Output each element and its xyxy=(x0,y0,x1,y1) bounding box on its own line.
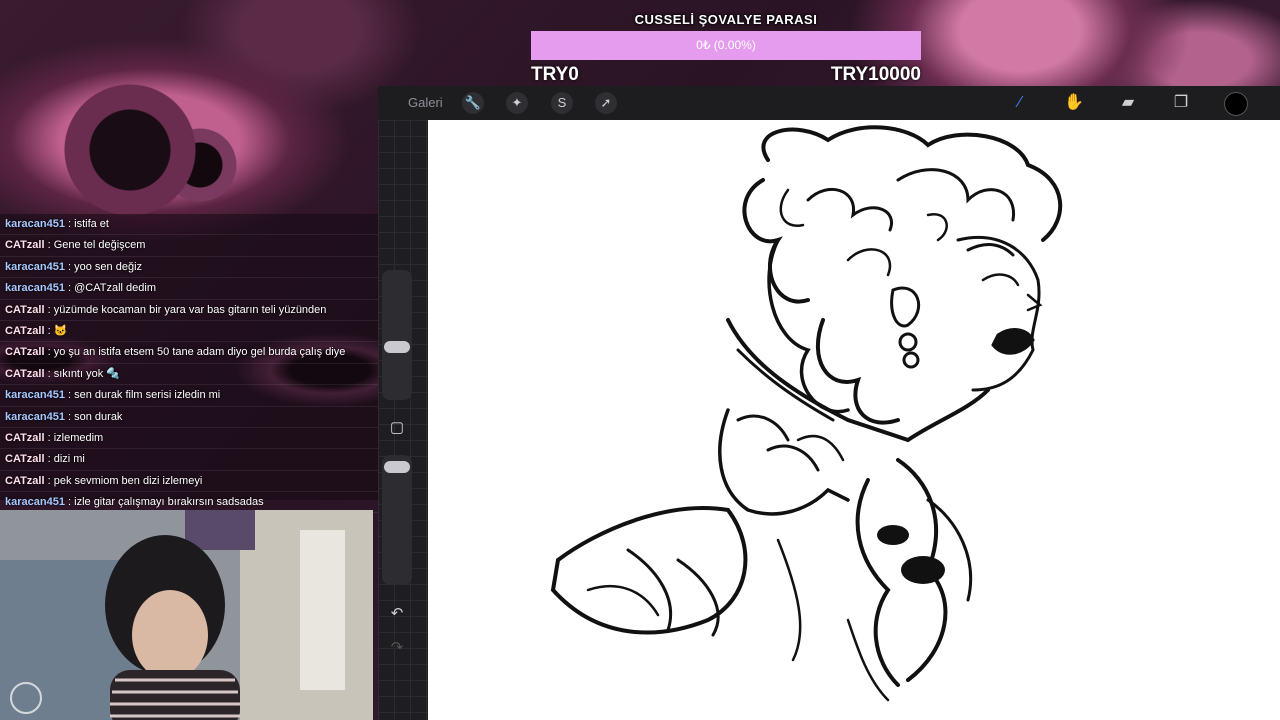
modify-square-icon[interactable]: ▢ xyxy=(389,420,405,436)
chat-text: : istifa et xyxy=(68,218,109,230)
chat-text: : yo şu an istifa etsem 50 tane adam diy… xyxy=(47,346,346,359)
eraser-icon[interactable]: ▰ xyxy=(1117,92,1139,114)
gallery-button[interactable]: Galeri xyxy=(408,95,443,110)
chat-username[interactable]: CATzall xyxy=(5,325,45,337)
chat-text: : son durak xyxy=(68,410,123,423)
webcam-image xyxy=(0,510,373,720)
undo-icon[interactable]: ↶ xyxy=(389,606,405,622)
donation-max-label: TRY10000 xyxy=(830,64,921,85)
chat-username[interactable]: CATzall xyxy=(5,346,45,358)
wrench-icon[interactable]: 🔧 xyxy=(462,92,484,114)
stream-chat: karacan451 : istifa et CATzall : Gene tel… xyxy=(0,214,378,514)
chat-message: CATzall : sıkıntı yok 🔩 xyxy=(0,364,378,386)
chat-message: CATzall : yo şu an istifa etsem 50 tane … xyxy=(0,342,378,364)
chat-message: karacan451 : sen durak film serisi izled… xyxy=(0,385,378,407)
character-sketch xyxy=(550,125,1063,702)
donation-progress-bar: 0₺ (0.00%) xyxy=(531,31,921,60)
chat-username[interactable]: CATzall xyxy=(5,239,45,251)
donation-goal-widget: CUSSELİ ŞOVALYE PARASI 0₺ (0.00%) TRY0 T… xyxy=(531,12,921,86)
smudge-icon[interactable]: ✋ xyxy=(1063,92,1085,114)
chat-message: karacan451 : son durak xyxy=(0,407,378,428)
chat-username[interactable]: karacan451 xyxy=(5,496,65,508)
chat-message: CATzall : izlemedim xyxy=(0,428,378,450)
chat-message: CATzall : 🐱 xyxy=(0,321,378,343)
chat-text: : Gene tel değişcem xyxy=(47,239,146,252)
donation-progress-text: 0₺ (0.00%) xyxy=(696,38,756,52)
opacity-thumb[interactable] xyxy=(384,461,410,473)
chat-text: : @CATzall dedim xyxy=(68,282,156,295)
brush-icon[interactable]: ⁄ xyxy=(1009,92,1031,114)
chat-username[interactable]: CATzall xyxy=(5,432,45,444)
chat-text: : yüzümde kocaman bir yara var bas gitar… xyxy=(47,303,327,316)
chat-username[interactable]: CATzall xyxy=(5,475,45,487)
selection-icon[interactable]: S xyxy=(551,92,573,114)
donation-goal-title: CUSSELİ ŞOVALYE PARASI xyxy=(634,12,818,27)
chat-text: : sıkıntı yok 🔩 xyxy=(47,367,120,380)
magic-wand-icon[interactable]: ✦ xyxy=(506,92,528,114)
chat-text: : yoo sen değiz xyxy=(68,260,143,273)
chat-message: karacan451 : @CATzall dedim xyxy=(0,278,378,300)
chat-username[interactable]: CATzall xyxy=(5,304,45,316)
chat-text: : izlemedim xyxy=(47,431,104,444)
chat-message: karacan451 : istifa et xyxy=(0,214,378,236)
chat-username[interactable]: karacan451 xyxy=(5,411,65,423)
brush-size-thumb[interactable] xyxy=(384,341,410,353)
chat-username[interactable]: CATzall xyxy=(5,368,45,380)
chat-username[interactable]: karacan451 xyxy=(5,389,65,401)
chat-text: : dizi mi xyxy=(47,453,85,466)
webcam-feed xyxy=(0,510,373,720)
layers-icon[interactable]: ❐ xyxy=(1170,92,1192,114)
brush-size-slider[interactable] xyxy=(382,270,412,400)
chat-text: : izle gitar çalışmayı bırakırsın sadsad… xyxy=(68,496,264,509)
chat-message: CATzall : Gene tel değişcem xyxy=(0,235,378,257)
webcam-watermark-icon xyxy=(10,682,42,714)
chat-username[interactable]: CATzall xyxy=(5,453,45,465)
chat-text: : pek sevmiom ben dizi izlemeyi xyxy=(47,474,203,487)
opacity-slider[interactable] xyxy=(382,455,412,585)
chat-message: karacan451 : yoo sen değiz xyxy=(0,257,378,279)
chat-message: CATzall : yüzümde kocaman bir yara var b… xyxy=(0,300,378,321)
chat-text: : sen durak film serisi izledin mi xyxy=(68,389,221,402)
color-icon[interactable] xyxy=(1224,92,1248,116)
transform-arrow-icon[interactable]: ➚ xyxy=(595,92,617,114)
drawing-canvas[interactable] xyxy=(428,120,1280,720)
donation-min-label: TRY0 xyxy=(531,64,579,85)
redo-icon[interactable]: ↷ xyxy=(389,640,405,656)
chat-username[interactable]: karacan451 xyxy=(5,261,65,273)
chat-text: : 🐱 xyxy=(47,324,68,337)
chat-username[interactable]: karacan451 xyxy=(5,282,65,294)
chat-message: CATzall : pek sevmiom ben dizi izlemeyi xyxy=(0,471,378,493)
chat-message: CATzall : dizi mi xyxy=(0,449,378,471)
chat-username[interactable]: karacan451 xyxy=(5,218,65,230)
